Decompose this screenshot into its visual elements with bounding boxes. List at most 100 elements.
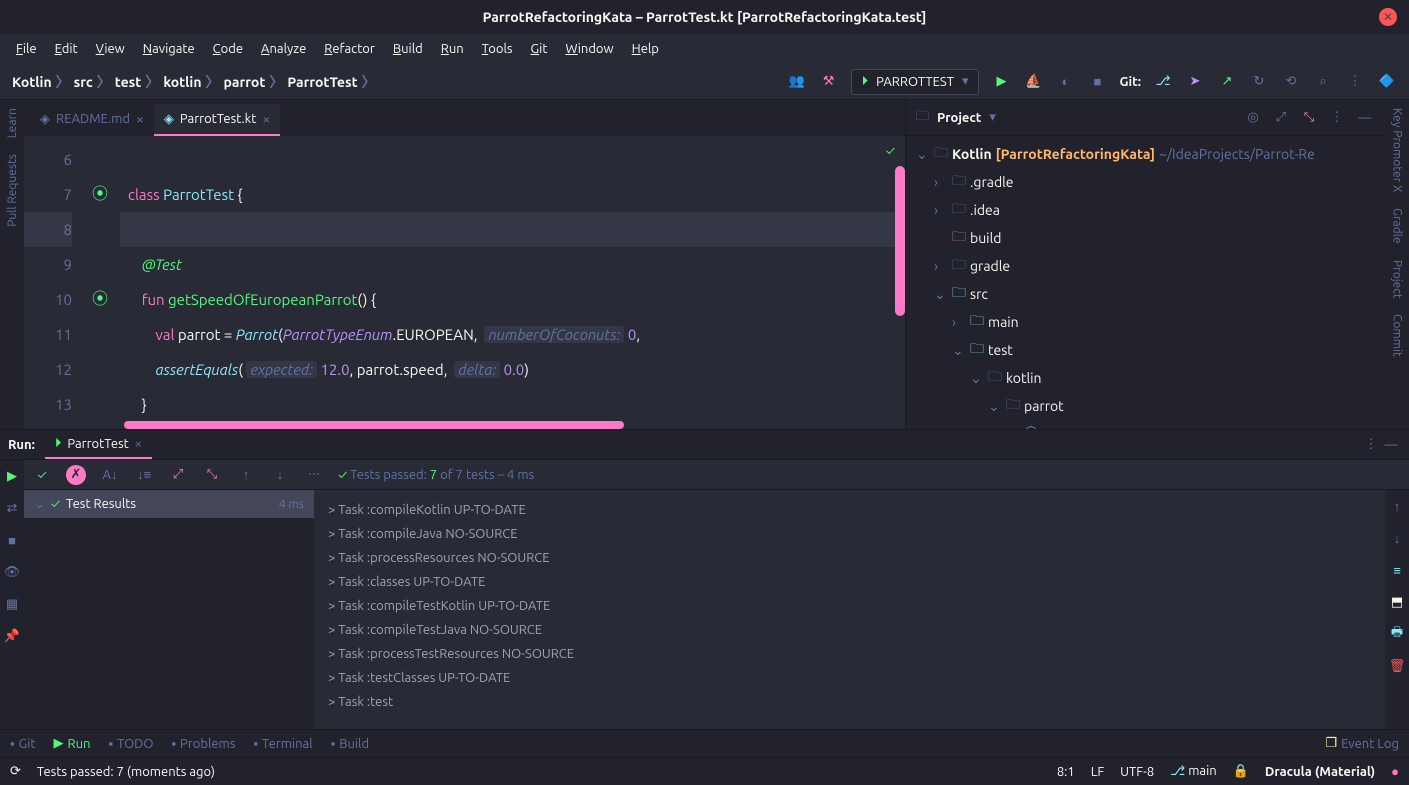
more-icon[interactable]: ⋯ bbox=[304, 465, 324, 485]
test-console[interactable]: > Task :compileKotlin UP-TO-DATE> Task :… bbox=[314, 490, 1385, 729]
export-icon[interactable]: ⬒ bbox=[1387, 592, 1407, 612]
expand-icon[interactable]: ⤢ bbox=[168, 465, 188, 485]
project-tree[interactable]: ⌄🗀 Kotlin [ParrotRefactoringKata] ~/Idea… bbox=[906, 136, 1385, 429]
more-icon[interactable]: ⋮ bbox=[1361, 435, 1381, 455]
tool-key-promoter[interactable]: Key Promoter X bbox=[1391, 108, 1404, 192]
tool-learn[interactable]: Learn bbox=[6, 108, 19, 138]
tool-pull-requests[interactable]: Pull Requests bbox=[6, 154, 19, 227]
editor-tab[interactable]: ◈README.md× bbox=[30, 104, 154, 136]
line-separator[interactable]: LF bbox=[1091, 765, 1104, 779]
sort-icon[interactable]: A↓ bbox=[100, 465, 120, 485]
breadcrumb-item[interactable]: ParrotTest bbox=[287, 74, 357, 90]
toolwindow-problems[interactable]: ▪ Problems bbox=[171, 736, 235, 751]
git-branch-icon[interactable]: ⎇ bbox=[1153, 72, 1173, 92]
toolwindow-build[interactable]: ▪ Build bbox=[331, 736, 369, 751]
menu-navigate[interactable]: Navigate bbox=[135, 38, 203, 60]
layout-button[interactable]: ▦ bbox=[2, 594, 22, 614]
vertical-scrollbar[interactable] bbox=[895, 166, 905, 316]
git-update-icon[interactable]: ↻ bbox=[1249, 72, 1269, 92]
users-icon[interactable]: 👥 bbox=[787, 72, 807, 92]
breadcrumb-item[interactable]: Kotlin bbox=[12, 74, 52, 90]
tree-item[interactable]: ›🗀 main bbox=[906, 308, 1385, 336]
toolwindow-eventlog[interactable]: ❐ Event Log bbox=[1326, 736, 1400, 751]
toolwindow-git[interactable]: ▪ Git bbox=[10, 736, 36, 751]
delete-icon[interactable]: 🗑 bbox=[1387, 656, 1407, 676]
tree-item[interactable]: ›🗀 .gradle bbox=[906, 168, 1385, 196]
close-icon[interactable]: × bbox=[135, 437, 142, 451]
tree-item[interactable]: 🗀 build bbox=[906, 224, 1385, 252]
tree-item[interactable]: ⌄🗀 src bbox=[906, 280, 1385, 308]
horizontal-scrollbar[interactable] bbox=[124, 421, 624, 429]
more-icon[interactable]: ⋮ bbox=[1327, 108, 1347, 128]
run-button[interactable]: ▶ bbox=[991, 72, 1011, 92]
hide-icon[interactable]: — bbox=[1381, 435, 1401, 455]
menu-code[interactable]: Code bbox=[205, 38, 251, 60]
down-icon[interactable]: ↓ bbox=[270, 465, 290, 485]
soft-wrap-icon[interactable]: ≡ bbox=[1387, 560, 1407, 580]
chevron-down-icon[interactable]: ▾ bbox=[989, 110, 996, 125]
editor-gutter[interactable]: ⦿ ⦿ bbox=[80, 136, 120, 429]
menu-edit[interactable]: Edit bbox=[47, 38, 86, 60]
run-config-selector[interactable]: ⏵ PARROTTEST ▾ bbox=[851, 69, 980, 95]
tree-item[interactable]: ›🗀 gradle bbox=[906, 252, 1385, 280]
inspection-ok-icon[interactable]: ✓ bbox=[886, 144, 895, 158]
watch-button[interactable]: 👁 bbox=[2, 562, 22, 582]
run-tab[interactable]: ⏵ ParrotTest × bbox=[45, 431, 152, 459]
more-icon[interactable]: ⋮ bbox=[1345, 72, 1365, 92]
show-passed-icon[interactable]: ✓ bbox=[32, 465, 52, 485]
breadcrumb-item[interactable]: kotlin bbox=[163, 74, 201, 90]
toolwindow-todo[interactable]: ▪ TODO bbox=[108, 736, 153, 751]
menu-analyze[interactable]: Analyze bbox=[253, 38, 314, 60]
close-icon[interactable]: ✕ bbox=[1379, 8, 1397, 26]
scroll-up-icon[interactable]: ↑ bbox=[1387, 496, 1407, 516]
menu-run[interactable]: Run bbox=[433, 38, 472, 60]
breadcrumb-item[interactable]: src bbox=[74, 74, 93, 90]
tree-item[interactable]: Ⓒ ParrotTest bbox=[906, 420, 1385, 429]
tree-item[interactable]: ⌄🗀 parrot bbox=[906, 392, 1385, 420]
coverage-button[interactable]: ◐ bbox=[1055, 72, 1075, 92]
close-icon[interactable]: × bbox=[262, 111, 270, 127]
target-icon[interactable]: ◎ bbox=[1243, 108, 1263, 128]
project-title[interactable]: Project bbox=[937, 111, 981, 125]
pin-button[interactable]: 📌 bbox=[2, 626, 22, 646]
expand-icon[interactable]: ⤢ bbox=[1271, 108, 1291, 128]
code-editor[interactable]: 678910111213 ⦿ ⦿ class ParrotTest { @Tes… bbox=[24, 136, 905, 429]
collapse-icon[interactable]: ⤡ bbox=[202, 465, 222, 485]
menu-tools[interactable]: Tools bbox=[474, 38, 521, 60]
theme-indicator-icon[interactable]: ● bbox=[1391, 764, 1399, 779]
editor-tab[interactable]: ◈ParrotTest.kt× bbox=[154, 104, 280, 136]
stop-button[interactable]: ■ bbox=[1087, 72, 1107, 92]
code-content[interactable]: class ParrotTest { @Test fun getSpeedOfE… bbox=[120, 136, 905, 429]
breadcrumb-item[interactable]: test bbox=[115, 74, 142, 90]
print-icon[interactable]: 🖶 bbox=[1387, 624, 1407, 644]
menu-git[interactable]: Git bbox=[523, 38, 556, 60]
menu-help[interactable]: Help bbox=[624, 38, 667, 60]
sort-time-icon[interactable]: ↓≡ bbox=[134, 465, 154, 485]
up-icon[interactable]: ↑ bbox=[236, 465, 256, 485]
scroll-down-icon[interactable]: ↓ bbox=[1387, 528, 1407, 548]
git-branch[interactable]: ⎇ main bbox=[1170, 764, 1216, 779]
tree-root[interactable]: ⌄🗀 Kotlin [ParrotRefactoringKata] ~/Idea… bbox=[906, 140, 1385, 168]
ide-icon[interactable]: 🔷 bbox=[1377, 72, 1397, 92]
tool-gradle[interactable]: Gradle bbox=[1391, 208, 1404, 243]
menu-window[interactable]: Window bbox=[557, 38, 621, 60]
tool-project[interactable]: Project bbox=[1391, 260, 1404, 299]
toolwindow-run[interactable]: ▶ Run bbox=[54, 736, 91, 751]
theme-name[interactable]: Dracula (Material) bbox=[1265, 765, 1375, 779]
lock-icon[interactable]: 🔒 bbox=[1233, 764, 1249, 779]
tree-item[interactable]: ⌄🗀 kotlin bbox=[906, 364, 1385, 392]
hide-icon[interactable]: — bbox=[1355, 108, 1375, 128]
caret-position[interactable]: 8:1 bbox=[1057, 765, 1075, 779]
rerun-button[interactable]: ▶ bbox=[2, 466, 22, 486]
tool-commit[interactable]: Commit bbox=[1391, 314, 1404, 357]
file-encoding[interactable]: UTF-8 bbox=[1120, 765, 1154, 779]
show-failed-icon[interactable]: ✗ bbox=[66, 465, 86, 485]
collapse-icon[interactable]: ⤡ bbox=[1299, 108, 1319, 128]
menu-build[interactable]: Build bbox=[385, 38, 431, 60]
test-tree[interactable]: ⌄ ✓ Test Results 4 ms bbox=[24, 490, 314, 729]
git-history-icon[interactable]: ⟲ bbox=[1281, 72, 1301, 92]
menu-view[interactable]: View bbox=[88, 38, 133, 60]
search-icon[interactable]: ⌕ bbox=[1313, 72, 1333, 92]
menu-file[interactable]: File bbox=[8, 38, 45, 60]
build-icon[interactable]: ⚒ bbox=[819, 72, 839, 92]
